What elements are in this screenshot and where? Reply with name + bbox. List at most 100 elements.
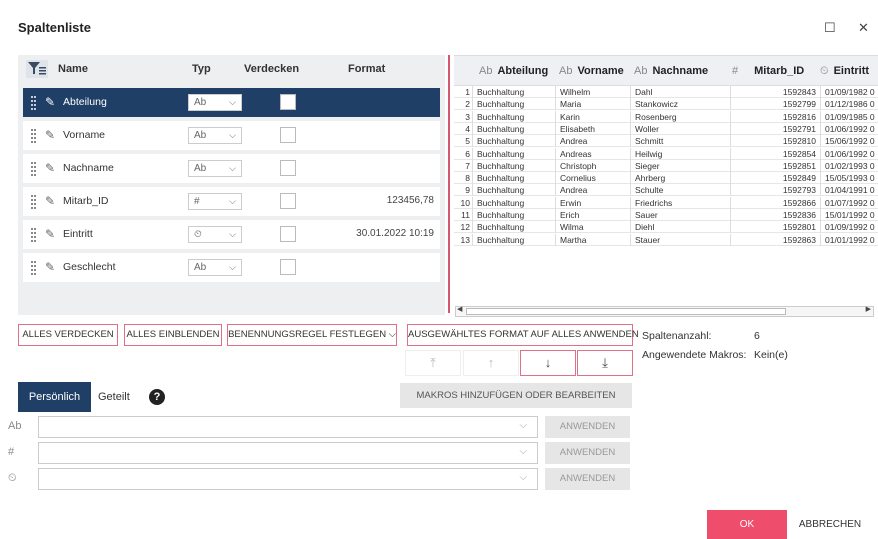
- move-bottom-button[interactable]: ⤓: [577, 350, 633, 376]
- maximize-icon[interactable]: ☐: [824, 20, 836, 36]
- table-row[interactable]: 9 Buchhaltung Andrea Schulte 1592793 01/04/19…: [454, 184, 878, 197]
- format-select[interactable]: ⌵: [38, 416, 538, 438]
- edit-pencil-icon[interactable]: ✎: [45, 95, 55, 109]
- ok-button[interactable]: OK: [707, 510, 787, 539]
- table-row[interactable]: 8 Buchhaltung Cornelius Ahrberg 1592849 15/05…: [454, 172, 878, 185]
- type-select[interactable]: Ab ⌵: [188, 259, 242, 276]
- table-cell: 1592816: [730, 110, 818, 123]
- header-verdecken[interactable]: Verdecken: [244, 63, 299, 75]
- table-row[interactable]: 6 Buchhaltung Andreas Heilwig 1592854 01/06/1…: [454, 147, 878, 160]
- cancel-button[interactable]: ABBRECHEN: [788, 510, 872, 539]
- drag-handle-icon[interactable]: [31, 129, 37, 143]
- table-cell: Sieger: [630, 159, 660, 172]
- apply-format-row-button[interactable]: ANWENDEN: [545, 468, 630, 490]
- edit-pencil-icon[interactable]: ✎: [45, 260, 55, 274]
- drag-handle-icon[interactable]: [31, 195, 37, 209]
- table-cell: 9: [465, 185, 470, 196]
- naming-rule-button[interactable]: BENENNUNGSREGEL FESTLEGEN ⌵: [227, 324, 397, 346]
- table-cell: Schmitt: [630, 135, 663, 148]
- move-top-button[interactable]: ⤒: [405, 350, 461, 376]
- table-cell: Elisabeth: [555, 122, 595, 135]
- table-row[interactable]: 12 Buchhaltung Wilma Diehl 1592801 01/09/1992…: [454, 221, 878, 234]
- apply-format-row-button[interactable]: ANWENDEN: [545, 416, 630, 438]
- scroll-left-icon[interactable]: ◀: [457, 305, 462, 313]
- edit-pencil-icon[interactable]: ✎: [45, 161, 55, 175]
- hide-checkbox[interactable]: [280, 127, 296, 143]
- data-col-nachname[interactable]: Ab Nachname: [634, 65, 708, 77]
- table-cell: 1592843: [730, 86, 818, 98]
- hide-all-button[interactable]: ALLES VERDECKEN: [18, 324, 118, 346]
- edit-pencil-icon[interactable]: ✎: [45, 227, 55, 241]
- table-cell: 12: [460, 222, 470, 233]
- type-select[interactable]: Ab ⌵: [188, 94, 242, 111]
- hide-checkbox[interactable]: [280, 94, 296, 110]
- table-cell: 1592791: [730, 122, 818, 135]
- column-row[interactable]: ✎ Eintritt ⏲ ⌵ 30.01.2022 10:19: [23, 220, 440, 249]
- table-cell: Buchhaltung: [472, 196, 524, 209]
- table-cell: 1: [465, 87, 470, 97]
- table-cell: Andreas: [555, 147, 592, 160]
- table-row[interactable]: 10 Buchhaltung Erwin Friedrichs 1592866 01/07…: [454, 196, 878, 209]
- data-col-vorname[interactable]: Ab Vorname: [559, 65, 624, 77]
- table-row[interactable]: 4 Buchhaltung Elisabeth Woller 1592791 01/06/…: [454, 122, 878, 135]
- column-row[interactable]: ✎ Geschlecht Ab ⌵: [23, 253, 440, 282]
- hide-checkbox[interactable]: [280, 160, 296, 176]
- drag-handle-icon[interactable]: [31, 96, 37, 110]
- edit-macros-button[interactable]: MAKROS HINZUFÜGEN ODER BEARBEITEN: [400, 383, 632, 408]
- table-row[interactable]: 2 Buchhaltung Maria Stankowicz 1592799 01/12/…: [454, 98, 878, 111]
- table-cell: 1592799: [730, 98, 818, 111]
- apply-format-button[interactable]: AUSGEWÄHLTES FORMAT AUF ALLES ANWENDEN: [407, 324, 639, 346]
- horizontal-scrollbar[interactable]: ◀ ▶: [455, 306, 874, 317]
- scroll-thumb[interactable]: [466, 308, 786, 315]
- hide-checkbox[interactable]: [280, 259, 296, 275]
- column-list-panel: Name Typ Verdecken Format ✎ Abteilung Ab ⌵ ✎…: [18, 55, 445, 315]
- table-row[interactable]: 11 Buchhaltung Erich Sauer 1592836 15/01/1992…: [454, 209, 878, 221]
- header-format[interactable]: Format: [348, 63, 385, 75]
- format-select[interactable]: ⌵: [38, 468, 538, 490]
- tab-shared[interactable]: Geteilt: [98, 382, 130, 412]
- column-name: Nachname: [63, 162, 114, 174]
- hide-checkbox[interactable]: [280, 193, 296, 209]
- help-icon[interactable]: ?: [149, 389, 165, 405]
- tab-personal[interactable]: Persönlich: [18, 382, 91, 412]
- column-name: Abteilung: [63, 96, 107, 108]
- edit-pencil-icon[interactable]: ✎: [45, 194, 55, 208]
- hide-checkbox[interactable]: [280, 226, 296, 242]
- move-down-button[interactable]: ↓: [520, 350, 576, 376]
- panel-splitter[interactable]: [448, 55, 450, 313]
- apply-format-row-button[interactable]: ANWENDEN: [545, 442, 630, 464]
- table-row[interactable]: 5 Buchhaltung Andrea Schmitt 1592810 15/06/19…: [454, 135, 878, 148]
- table-cell: Stankowicz: [630, 98, 678, 111]
- drag-handle-icon[interactable]: [31, 162, 37, 176]
- chevron-down-icon: ⌵: [519, 472, 527, 483]
- header-name[interactable]: Name: [58, 63, 88, 75]
- close-icon[interactable]: ✕: [858, 20, 869, 36]
- column-row[interactable]: ✎ Nachname Ab ⌵: [23, 154, 440, 183]
- table-cell: Christoph: [555, 159, 596, 172]
- type-select[interactable]: # ⌵: [188, 193, 242, 210]
- table-cell: Dahl: [630, 86, 652, 98]
- header-typ[interactable]: Typ: [192, 63, 211, 75]
- type-select[interactable]: ⏲ ⌵: [188, 226, 242, 243]
- edit-pencil-icon[interactable]: ✎: [45, 128, 55, 142]
- drag-handle-icon[interactable]: [31, 228, 37, 242]
- data-col-mitarb-id[interactable]: # Mitarb_ID: [732, 65, 804, 77]
- column-row[interactable]: ✎ Vorname Ab ⌵: [23, 121, 440, 150]
- move-up-button[interactable]: ↑: [463, 350, 519, 376]
- format-select[interactable]: ⌵: [38, 442, 538, 464]
- scroll-right-icon[interactable]: ▶: [866, 305, 871, 313]
- column-row[interactable]: ✎ Abteilung Ab ⌵: [23, 88, 440, 117]
- table-row[interactable]: 7 Buchhaltung Christoph Sieger 1592851 01/02/…: [454, 159, 878, 172]
- type-select[interactable]: Ab ⌵: [188, 160, 242, 177]
- data-col-eintritt[interactable]: ⏲ Eintritt: [820, 65, 869, 78]
- drag-handle-icon[interactable]: [31, 261, 37, 275]
- table-row[interactable]: 13 Buchhaltung Martha Stauer 1592863 01/01/19…: [454, 233, 878, 246]
- column-row[interactable]: ✎ Mitarb_ID # ⌵ 123456,78: [23, 187, 440, 216]
- chevron-down-icon: ⌵: [229, 262, 236, 272]
- filter-list-icon[interactable]: [26, 60, 48, 78]
- data-col-abteilung[interactable]: Ab Abteilung: [479, 65, 548, 77]
- table-row[interactable]: 3 Buchhaltung Karin Rosenberg 1592816 01/09/1…: [454, 110, 878, 123]
- show-all-button[interactable]: ALLES EINBLENDEN: [124, 324, 222, 346]
- type-select[interactable]: Ab ⌵: [188, 127, 242, 144]
- table-row[interactable]: 1 Buchhaltung Wilhelm Dahl 1592843 01/09/1982…: [454, 86, 878, 98]
